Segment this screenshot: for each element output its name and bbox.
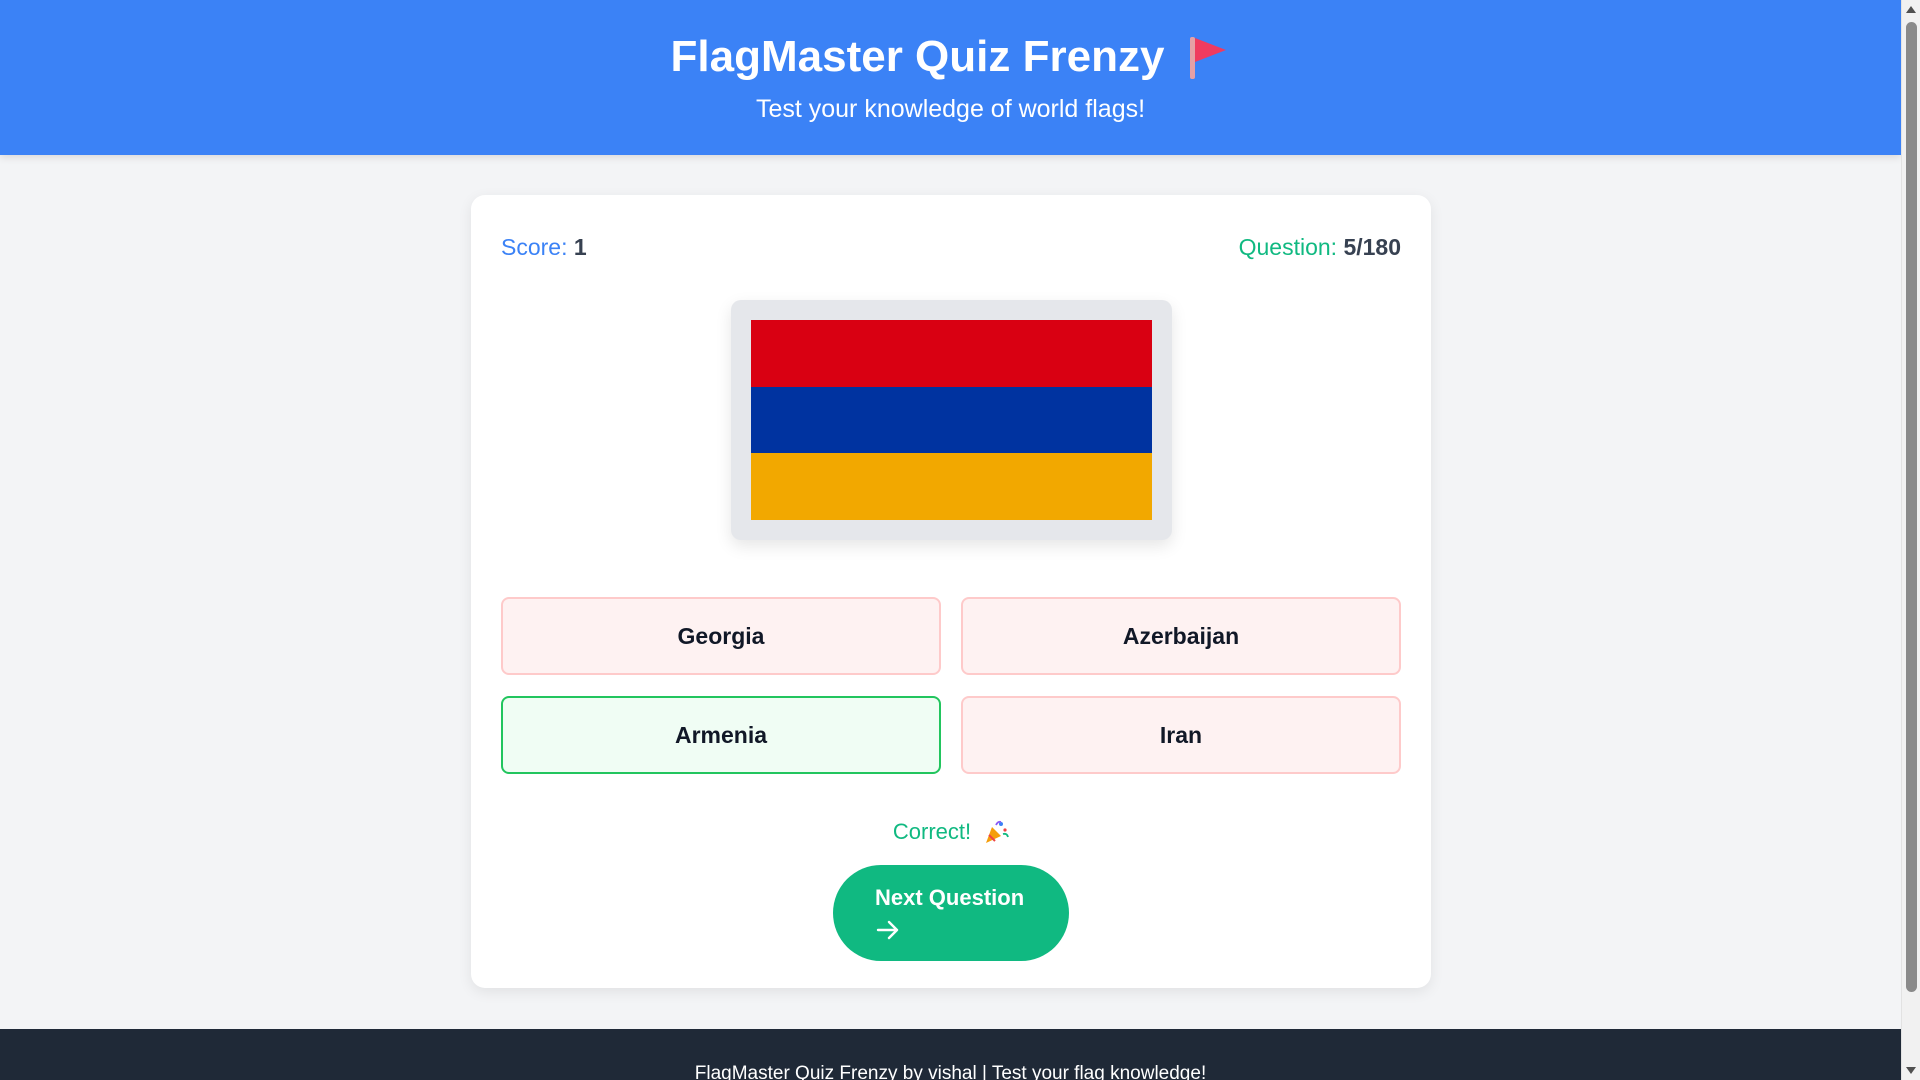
page-title: FlagMaster Quiz Frenzy xyxy=(0,30,1901,84)
party-popper-icon xyxy=(986,820,1009,843)
option-label: Georgia xyxy=(677,622,765,649)
score-display: Score: 1 xyxy=(501,231,587,263)
option-georgia[interactable]: Georgia xyxy=(501,597,941,675)
quiz-card: Score: 1 Question: 5/180 Georgia Azerbai… xyxy=(471,195,1431,988)
flag-stripe xyxy=(751,386,1152,454)
score-label: Score: xyxy=(501,234,568,260)
option-label: Azerbaijan xyxy=(1122,622,1240,649)
question-counter: Question: 5/180 xyxy=(1239,231,1401,263)
scroll-down-icon[interactable] xyxy=(1906,1067,1916,1074)
option-azerbaijan[interactable]: Azerbaijan xyxy=(961,597,1401,675)
scroll-thumb[interactable] xyxy=(1906,22,1917,992)
next-question-label: Next Question xyxy=(875,885,1025,910)
option-label: Iran xyxy=(1159,721,1203,748)
next-question-button[interactable]: Next Question xyxy=(833,865,1069,961)
footer-text: FlagMaster Quiz Frenzy by vishal | Test … xyxy=(694,1063,1207,1080)
arrow-right-icon xyxy=(876,920,899,940)
app-header: FlagMaster Quiz Frenzy Test your knowled… xyxy=(0,0,1901,155)
question-value: 5/180 xyxy=(1343,234,1401,260)
page-title-text: FlagMaster Quiz Frenzy xyxy=(670,32,1165,81)
flag-frame xyxy=(731,300,1172,540)
feedback-message: Correct! xyxy=(471,817,1431,847)
question-label: Question: xyxy=(1238,234,1338,260)
page-subtitle: Test your knowledge of world flags! xyxy=(755,95,1146,123)
flag-stripe xyxy=(751,453,1152,521)
option-iran[interactable]: Iran xyxy=(961,696,1401,774)
option-armenia[interactable]: Armenia xyxy=(501,696,941,774)
answer-options: Georgia Azerbaijan Armenia Iran xyxy=(501,597,1401,774)
scroll-up-icon[interactable] xyxy=(1906,6,1916,13)
page-footer: FlagMaster Quiz Frenzy by vishal | Test … xyxy=(0,1029,1901,1080)
option-label: Armenia xyxy=(674,721,768,748)
flag-stripe xyxy=(751,320,1152,387)
vertical-scrollbar[interactable] xyxy=(1901,0,1920,1080)
red-flag-icon xyxy=(1190,37,1227,79)
flag-image xyxy=(751,320,1152,521)
feedback-text: Correct! xyxy=(892,819,972,844)
score-value: 1 xyxy=(573,234,587,260)
